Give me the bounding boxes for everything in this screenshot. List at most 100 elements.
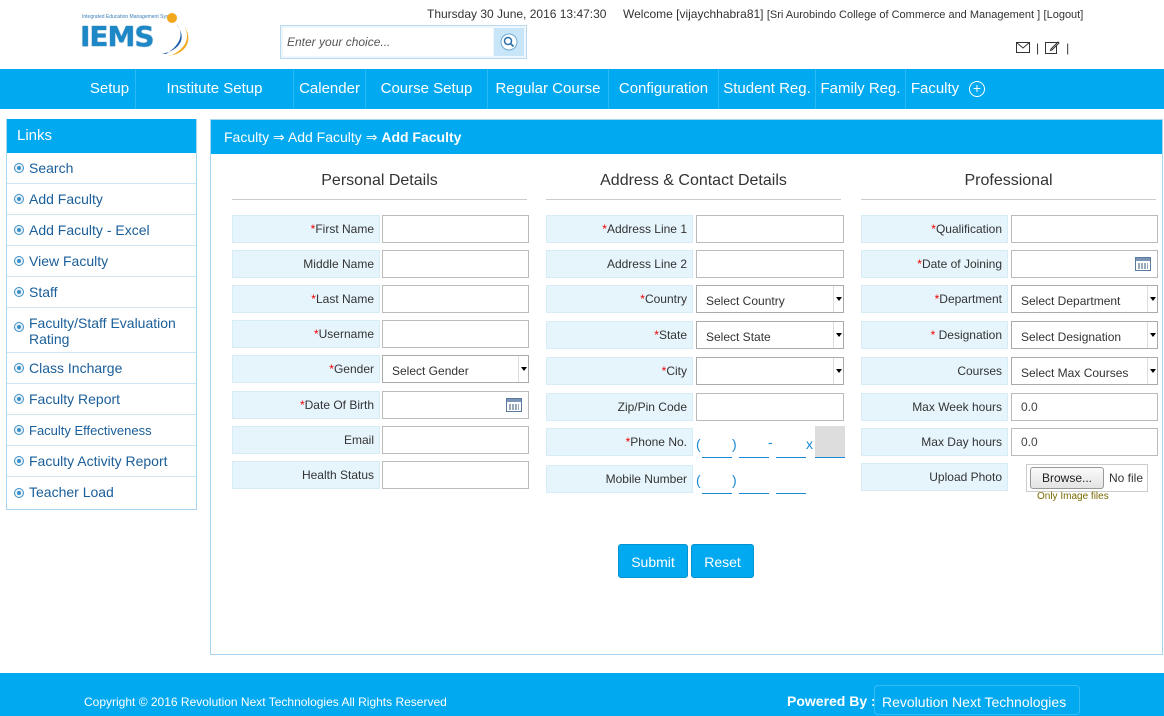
phone-area-code[interactable] <box>702 457 732 458</box>
nav-faculty[interactable]: Faculty <box>906 69 964 109</box>
sidebar-item-view-faculty[interactable]: View Faculty <box>7 246 196 277</box>
sidebar-item-evaluation-rating[interactable]: Faculty/Staff Evaluation Rating <box>7 308 196 353</box>
mobile-area-code[interactable] <box>702 493 732 494</box>
designation-select[interactable]: Select Designation <box>1011 321 1158 349</box>
logout-link[interactable]: [Logout] <box>1044 9 1084 21</box>
phone-prefix[interactable] <box>739 457 769 458</box>
phone-extension[interactable] <box>815 426 845 458</box>
state-select[interactable]: Select State <box>696 321 844 349</box>
bullet-icon <box>14 225 24 235</box>
dropdown-arrow-icon <box>833 286 843 312</box>
nav-regular-course[interactable]: Regular Course <box>488 69 609 109</box>
nav-institute-setup[interactable]: Institute Setup <box>136 69 294 109</box>
label-dob: *Date Of Birth <box>232 391 380 419</box>
calendar-icon[interactable] <box>506 398 522 412</box>
edit-icon[interactable] <box>1045 40 1060 55</box>
nav-course-setup[interactable]: Course Setup <box>366 69 488 109</box>
sidebar-item-add-faculty[interactable]: Add Faculty <box>7 184 196 215</box>
username-input[interactable] <box>382 320 529 348</box>
last-name-input[interactable] <box>382 285 529 313</box>
search-input[interactable] <box>283 28 493 56</box>
health-status-input[interactable] <box>382 461 529 489</box>
search-icon <box>500 33 518 51</box>
mobile-line[interactable] <box>776 493 806 494</box>
first-name-input[interactable] <box>382 215 529 243</box>
qualification-input[interactable] <box>1011 215 1158 243</box>
nav-setup[interactable]: Setup <box>84 69 136 109</box>
page: Integrated Education Management System I… <box>0 0 1164 716</box>
label-email: Email <box>232 426 380 454</box>
search-box <box>280 25 527 59</box>
search-button[interactable] <box>494 28 524 56</box>
department-select[interactable]: Select Department <box>1011 285 1158 313</box>
mobile-prefix[interactable] <box>739 493 769 494</box>
label-first-name: *First Name <box>232 215 380 243</box>
address-line1-input[interactable] <box>696 215 844 243</box>
welcome-text: Welcome [vijaychhabra81] [Sri Aurobindo … <box>623 7 1083 21</box>
sidebar-item-faculty-activity-report[interactable]: Faculty Activity Report <box>7 446 196 477</box>
label-qualification: *Qualification <box>861 215 1008 243</box>
mobile-close-paren: ) <box>732 472 737 488</box>
zip-input[interactable] <box>696 393 844 421</box>
calendar-icon[interactable] <box>1135 257 1151 271</box>
phone-line[interactable] <box>776 457 806 458</box>
label-max-week-hours: Max Week hours <box>861 393 1008 421</box>
label-phone: *Phone No. <box>546 428 693 456</box>
label-department: *Department <box>861 285 1008 313</box>
section-title-address: Address & Contact Details <box>546 172 841 200</box>
max-day-hours-input[interactable]: 0.0 <box>1011 428 1158 456</box>
country-select[interactable]: Select Country <box>696 285 844 313</box>
email-input[interactable] <box>382 426 529 454</box>
sidebar-item-label: Faculty Report <box>29 391 121 407</box>
bullet-icon <box>14 487 24 498</box>
bullet-icon <box>14 363 24 373</box>
iems-logo[interactable]: Integrated Education Management System I… <box>80 10 196 60</box>
sidebar-item-class-incharge[interactable]: Class Incharge <box>7 353 196 384</box>
sidebar-item-label: Add Faculty <box>29 191 103 207</box>
breadcrumb-faculty[interactable]: Faculty <box>224 129 269 145</box>
nav-family-reg[interactable]: Family Reg. <box>816 69 906 109</box>
dob-input[interactable] <box>382 391 529 419</box>
bullet-icon <box>14 287 24 297</box>
powered-by-link[interactable]: Revolution Next Technologies <box>874 685 1080 715</box>
submit-button[interactable]: Submit <box>618 544 688 578</box>
sidebar-item-faculty-report[interactable]: Faculty Report <box>7 384 196 415</box>
phone-close-paren: ) <box>732 436 737 452</box>
sidebar-item-faculty-effectiveness[interactable]: Faculty Effectiveness <box>7 415 196 446</box>
sidebar-item-search[interactable]: Search <box>7 153 196 184</box>
nav-calender[interactable]: Calender <box>294 69 366 109</box>
sidebar-item-add-faculty-excel[interactable]: Add Faculty - Excel <box>7 215 196 246</box>
sidebar-item-label: Staff <box>29 284 58 300</box>
browse-button[interactable]: Browse... <box>1030 467 1104 489</box>
bullet-icon <box>14 163 24 173</box>
nav-more-icon[interactable]: + <box>969 81 985 97</box>
label-city: *City <box>546 357 693 385</box>
mobile-open-paren: ( <box>696 472 701 488</box>
divider: | <box>1066 40 1070 55</box>
header-datetime: Thursday 30 June, 2016 13:47:30 <box>427 7 607 21</box>
courses-select[interactable]: Select Max Courses <box>1011 357 1158 385</box>
breadcrumb-add-faculty[interactable]: Add Faculty <box>288 129 362 145</box>
reset-button[interactable]: Reset <box>691 544 754 578</box>
date-of-joining-input[interactable] <box>1011 250 1158 278</box>
file-type-hint: Only Image files <box>1037 491 1109 502</box>
address-line2-input[interactable] <box>696 250 844 278</box>
city-select[interactable] <box>696 357 844 385</box>
nav-configuration[interactable]: Configuration <box>609 69 719 109</box>
dropdown-arrow-icon <box>1147 322 1157 348</box>
label-country: *Country <box>546 285 693 313</box>
sidebar-item-staff[interactable]: Staff <box>7 277 196 308</box>
mail-icon[interactable] <box>1016 42 1030 53</box>
bullet-icon <box>14 456 24 466</box>
sidebar-item-label: Search <box>29 160 74 176</box>
label-address-line1: *Address Line 1 <box>546 215 693 243</box>
main-nav: Setup Institute Setup Calender Course Se… <box>0 69 1164 109</box>
max-week-hours-input[interactable]: 0.0 <box>1011 393 1158 421</box>
middle-name-input[interactable] <box>382 250 529 278</box>
sidebar-item-teacher-load[interactable]: Teacher Load <box>7 477 196 508</box>
gender-select[interactable]: Select Gender <box>382 355 529 383</box>
photo-file-input[interactable]: Browse... No file <box>1026 464 1148 492</box>
nav-student-reg[interactable]: Student Reg. <box>719 69 816 109</box>
label-zip: Zip/Pin Code <box>546 393 693 421</box>
label-designation: * Designation <box>861 321 1008 349</box>
